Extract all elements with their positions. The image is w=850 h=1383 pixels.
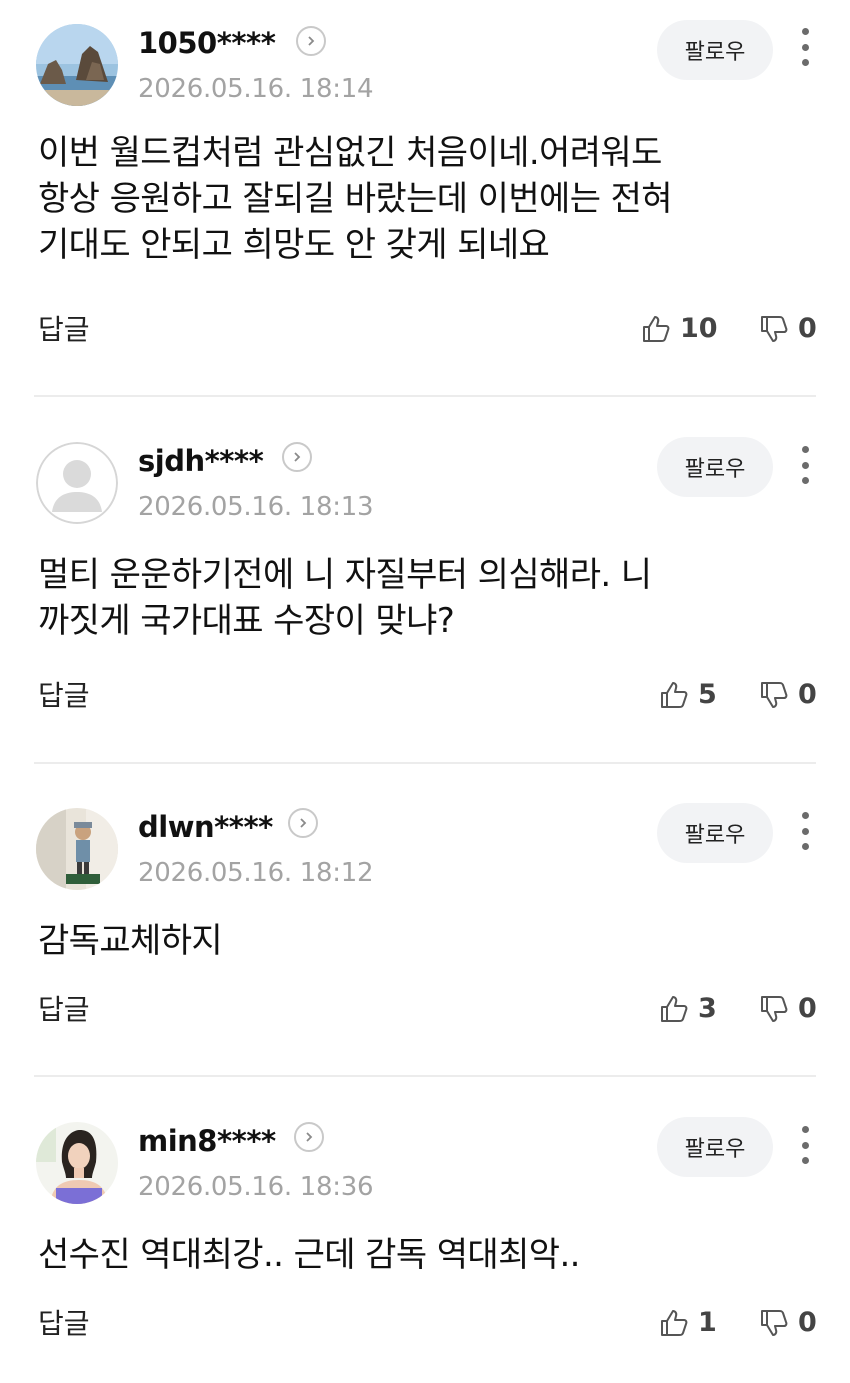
divider — [34, 1075, 816, 1077]
like-button[interactable]: 5 — [658, 679, 717, 711]
comment-text: 선수진 역대최강.. 근데 감독 역대최악.. — [38, 1235, 580, 1275]
more-options-icon[interactable] — [790, 442, 820, 488]
dislike-count: 0 — [798, 679, 817, 710]
dislike-button[interactable]: 0 — [758, 313, 817, 345]
dislike-count: 0 — [798, 313, 817, 344]
nickname[interactable]: sjdh**** — [138, 444, 264, 478]
nickname[interactable]: 1050**** — [138, 26, 276, 60]
comment-text: 멀티 운운하기전에 니 자질부터 의심해라. 니 까짓게 국가대표 수장이 맞냐… — [38, 555, 652, 641]
thumbs-down-icon — [761, 996, 788, 1022]
person-photo-icon — [36, 1122, 118, 1204]
rocky-sea-photo-icon — [36, 24, 118, 106]
like-count: 5 — [698, 679, 717, 710]
default-user-icon — [36, 442, 118, 524]
more-options-icon[interactable] — [790, 24, 820, 70]
dislike-count: 0 — [798, 993, 817, 1024]
divider — [34, 395, 816, 397]
comment-list: 1050**** 2026.05.16. 18:14 팔로우 이번 월드컵처럼 … — [0, 0, 850, 1383]
reply-button[interactable]: 답글 — [38, 314, 90, 346]
avatar[interactable] — [36, 24, 118, 106]
like-button[interactable]: 1 — [658, 1307, 717, 1339]
thumbs-up-icon — [661, 682, 688, 708]
nickname[interactable]: min8**** — [138, 1124, 276, 1158]
profile-chevron-icon[interactable] — [288, 808, 318, 838]
timestamp: 2026.05.16. 18:13 — [138, 492, 374, 522]
figurine-photo-icon — [36, 808, 118, 890]
avatar[interactable] — [36, 442, 118, 524]
timestamp: 2026.05.16. 18:14 — [138, 74, 374, 104]
like-button[interactable]: 10 — [640, 313, 718, 345]
follow-button[interactable]: 팔로우 — [657, 803, 773, 863]
more-options-icon[interactable] — [790, 1122, 820, 1168]
thumbs-down-icon — [761, 1310, 788, 1336]
comment-text: 이번 월드컵처럼 관심없긴 처음이네.어려워도 항상 응원하고 잘되길 바랐는데… — [38, 133, 673, 265]
thumbs-down-icon — [761, 316, 788, 342]
reply-button[interactable]: 답글 — [38, 1308, 90, 1340]
dislike-button[interactable]: 0 — [758, 679, 817, 711]
follow-button[interactable]: 팔로우 — [657, 1117, 773, 1177]
like-button[interactable]: 3 — [658, 993, 717, 1025]
timestamp: 2026.05.16. 18:36 — [138, 1172, 374, 1202]
follow-button[interactable]: 팔로우 — [657, 20, 773, 80]
comment-text: 감독교체하지 — [38, 921, 223, 961]
nickname[interactable]: dlwn**** — [138, 810, 273, 844]
divider — [34, 762, 816, 764]
like-count: 3 — [698, 993, 717, 1024]
reply-button[interactable]: 답글 — [38, 994, 90, 1026]
dislike-button[interactable]: 0 — [758, 993, 817, 1025]
dislike-button[interactable]: 0 — [758, 1307, 817, 1339]
avatar[interactable] — [36, 1122, 118, 1204]
more-options-icon[interactable] — [790, 808, 820, 854]
like-count: 1 — [698, 1307, 717, 1338]
follow-button[interactable]: 팔로우 — [657, 437, 773, 497]
thumbs-down-icon — [761, 682, 788, 708]
profile-chevron-icon[interactable] — [282, 442, 312, 472]
like-count: 10 — [680, 313, 718, 344]
thumbs-up-icon — [661, 1310, 688, 1336]
reply-button[interactable]: 답글 — [38, 680, 90, 712]
profile-chevron-icon[interactable] — [296, 26, 326, 56]
dislike-count: 0 — [798, 1307, 817, 1338]
profile-chevron-icon[interactable] — [294, 1122, 324, 1152]
thumbs-up-icon — [643, 316, 670, 342]
avatar[interactable] — [36, 808, 118, 890]
thumbs-up-icon — [661, 996, 688, 1022]
timestamp: 2026.05.16. 18:12 — [138, 858, 374, 888]
